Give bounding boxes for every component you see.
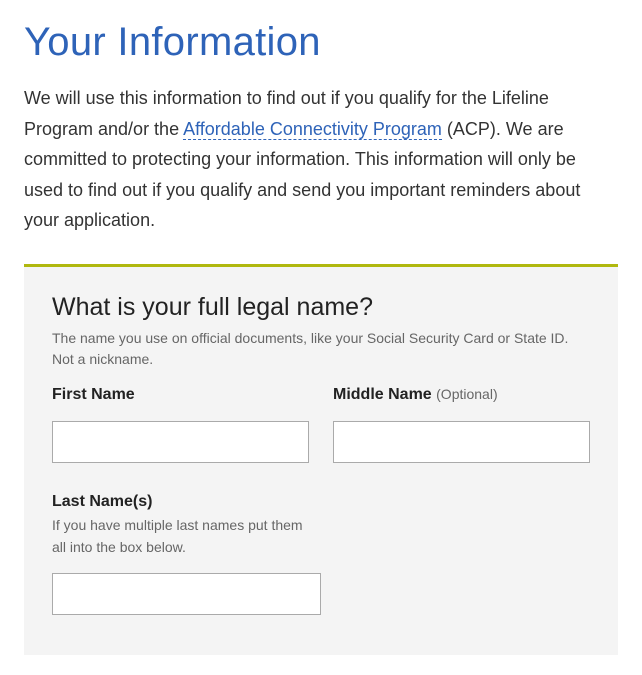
panel-heading: What is your full legal name? — [52, 293, 590, 322]
name-row: First Name Middle Name (Optional) — [52, 386, 590, 463]
last-name-input[interactable] — [52, 573, 321, 615]
first-name-field: First Name — [52, 386, 309, 463]
last-name-label: Last Name(s) — [52, 493, 321, 511]
last-name-field: Last Name(s) If you have multiple last n… — [52, 493, 321, 615]
panel-helper: The name you use on official documents, … — [52, 328, 590, 370]
last-name-block: Last Name(s) If you have multiple last n… — [52, 493, 590, 615]
middle-name-label-text: Middle Name — [333, 386, 436, 403]
middle-name-input[interactable] — [333, 421, 590, 463]
intro-paragraph: We will use this information to find out… — [24, 83, 618, 236]
name-panel: What is your full legal name? The name y… — [24, 264, 618, 655]
acp-link[interactable]: Affordable Connectivity Program — [183, 119, 442, 140]
middle-name-label: Middle Name (Optional) — [333, 386, 590, 404]
middle-name-optional: (Optional) — [436, 386, 497, 402]
page-title: Your Information — [24, 20, 618, 65]
last-name-sub: If you have multiple last names put them… — [52, 514, 312, 559]
middle-name-field: Middle Name (Optional) — [333, 386, 590, 463]
first-name-input[interactable] — [52, 421, 309, 463]
first-name-label: First Name — [52, 386, 309, 404]
